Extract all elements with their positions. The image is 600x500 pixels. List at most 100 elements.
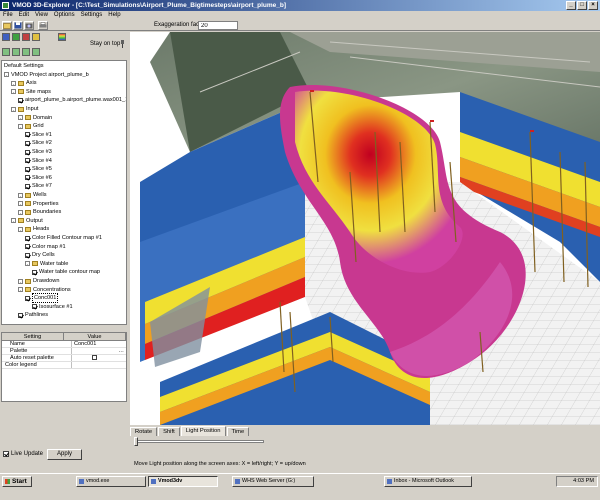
task-outlook[interactable]: Inbox - Microsoft Outlook (384, 476, 472, 487)
visibility-checkbox[interactable] (25, 244, 30, 250)
tree-item[interactable]: Slice #5 (25, 165, 52, 173)
expand-icon[interactable]: - (11, 89, 16, 95)
menu-file[interactable]: File (3, 11, 13, 20)
property-value[interactable]: Conc001 (72, 341, 126, 347)
visibility-checkbox[interactable] (25, 158, 30, 164)
pin-icon[interactable] (120, 40, 125, 48)
visibility-checkbox[interactable] (25, 175, 30, 181)
open-icon[interactable] (2, 21, 12, 30)
tree-item[interactable]: - Drawdown (18, 277, 59, 285)
expand-icon[interactable]: - (18, 115, 23, 121)
expand-icon[interactable]: - (18, 123, 23, 129)
slider-thumb[interactable] (134, 437, 138, 446)
menu-settings[interactable]: Settings (81, 11, 103, 20)
tree-item[interactable]: - Domain (18, 114, 52, 122)
tree-item[interactable]: Water table contour map (32, 268, 100, 276)
expand-icon[interactable]: - (18, 192, 23, 198)
visibility-checkbox[interactable] (25, 149, 30, 155)
tree-item[interactable]: Pathlines (18, 311, 48, 319)
save-icon[interactable] (13, 21, 23, 30)
visibility-checkbox[interactable] (25, 140, 30, 146)
project-tree[interactable]: Default Settings - VMOD Project airport_pl… (1, 60, 127, 325)
camera-icon[interactable] (24, 21, 34, 30)
tree-item[interactable]: - Output (11, 217, 43, 225)
live-update[interactable]: Live Update (3, 451, 43, 457)
tree-item[interactable]: Dry Cells (25, 251, 55, 259)
visibility-checkbox[interactable] (25, 235, 30, 241)
tree-item[interactable]: Conc001 (25, 293, 59, 304)
visibility-checkbox[interactable] (25, 132, 30, 138)
live-update-checkbox[interactable] (3, 451, 9, 457)
visibility-checkbox[interactable] (32, 269, 37, 275)
stay-on-top-label[interactable]: Stay on top (90, 41, 120, 47)
palette-icon[interactable] (58, 33, 66, 41)
tree-item[interactable]: - VMOD Project airport_plume_b (4, 71, 89, 79)
tree-item[interactable]: Slice #1 (25, 131, 52, 139)
tree-item[interactable]: Slice #2 (25, 139, 52, 147)
expand-icon[interactable]: - (11, 80, 16, 86)
tree-item[interactable]: Color map #1 (25, 243, 66, 251)
expand-icon[interactable]: - (18, 278, 23, 284)
tree-item[interactable]: - Grid (18, 122, 44, 130)
tree-item[interactable]: - Heads (18, 225, 49, 233)
refresh-icon[interactable] (32, 48, 40, 56)
menu-help[interactable]: Help (108, 11, 120, 20)
expand-icon[interactable]: - (11, 106, 16, 112)
tree-item[interactable]: Slice #6 (25, 174, 52, 182)
menu-edit[interactable]: Edit (19, 11, 29, 20)
tree-item[interactable]: Slice #7 (25, 182, 52, 190)
tab-shift[interactable]: Shift (158, 427, 180, 436)
menu-options[interactable]: Options (54, 11, 75, 20)
task-vmod[interactable]: vmod.exe (76, 476, 146, 487)
auto-reset-checkbox[interactable] (92, 355, 97, 360)
expand-icon[interactable]: - (18, 209, 23, 215)
tree-item[interactable]: airport_plume_b.airport_plume.wax001_1 (18, 96, 126, 104)
layers-icon[interactable] (2, 33, 10, 41)
close-button[interactable]: × (588, 1, 598, 10)
expand-icon[interactable]: - (18, 201, 23, 207)
minimize-button[interactable]: _ (566, 1, 576, 10)
print-icon[interactable] (38, 21, 48, 30)
visibility-checkbox[interactable] (25, 295, 30, 301)
expand-icon[interactable]: - (4, 72, 9, 78)
visibility-checkbox[interactable] (25, 183, 30, 189)
tree-item[interactable]: - Wells (18, 191, 47, 199)
expand-icon[interactable]: - (11, 218, 16, 224)
tab-rotate[interactable]: Rotate (130, 427, 158, 436)
property-row[interactable]: Name Conc001 (2, 341, 126, 348)
tree-item[interactable]: - Boundaries (18, 208, 61, 216)
task-vmod3dv[interactable]: Vmod3dv (148, 476, 218, 487)
tree-item[interactable]: Slice #4 (25, 157, 52, 165)
apply-button[interactable]: Apply (47, 449, 82, 460)
visibility-checkbox[interactable] (32, 304, 37, 310)
light-position-slider[interactable] (134, 440, 264, 443)
tree-item[interactable]: - Water table (25, 260, 68, 268)
task-web-server[interactable]: WHS Web Server (G:) (232, 476, 314, 487)
tab-light-position[interactable]: Light Position (180, 426, 226, 436)
property-value[interactable] (72, 362, 126, 368)
map-icon[interactable] (12, 33, 20, 41)
maximize-button[interactable]: □ (577, 1, 587, 10)
tree-item[interactable]: Color Filled Contour map #1 (25, 234, 102, 242)
palette-button[interactable]: … (72, 348, 126, 354)
visibility-checkbox[interactable] (25, 166, 30, 172)
tree-item[interactable]: - Input (11, 105, 38, 113)
tree-item[interactable]: - Properties (18, 200, 59, 208)
grid-icon[interactable] (32, 33, 40, 41)
remove-icon[interactable] (12, 48, 20, 56)
visibility-checkbox[interactable] (18, 97, 23, 103)
tab-time[interactable]: Time (226, 427, 250, 436)
tree-item[interactable]: Slice #3 (25, 148, 52, 156)
property-row[interactable]: Auto reset palette (2, 355, 126, 362)
menu-view[interactable]: View (35, 11, 48, 20)
expand-icon[interactable]: - (18, 287, 23, 293)
add-icon[interactable] (2, 48, 10, 56)
expand-icon[interactable]: - (25, 261, 30, 267)
properties-icon[interactable] (22, 48, 30, 56)
visibility-checkbox[interactable] (25, 252, 30, 258)
tree-item[interactable]: Isosurface #1 (32, 303, 73, 311)
property-row[interactable]: Palette … (2, 348, 126, 355)
tree-item[interactable]: - Site maps (11, 88, 51, 96)
tree-item[interactable]: Default Settings (4, 62, 44, 70)
tree-item[interactable]: - Axis (11, 79, 37, 87)
